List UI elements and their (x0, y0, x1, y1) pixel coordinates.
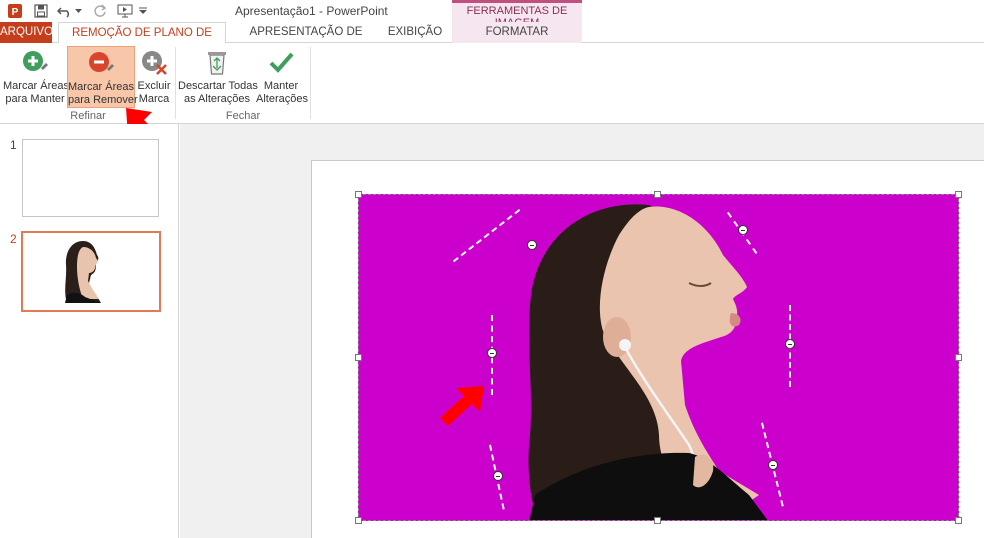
removal-mark-minus-icon[interactable] (493, 471, 503, 481)
resize-handle[interactable] (654, 517, 661, 524)
slide-thumbnail-2[interactable] (21, 231, 161, 312)
tab-file[interactable]: ARQUIVO (0, 22, 53, 43)
mark-remove-icon (87, 49, 115, 77)
powerpoint-logo-icon: P (6, 2, 24, 20)
removal-mark-minus-icon[interactable] (738, 225, 748, 235)
resize-handle[interactable] (654, 191, 661, 198)
mark-keep-icon (21, 48, 49, 76)
removal-mark-minus-icon[interactable] (785, 339, 795, 349)
undo-icon[interactable] (56, 2, 74, 20)
customize-dropdown-icon[interactable] (138, 2, 148, 20)
mark-areas-to-keep-button[interactable]: Marcar Áreas para Manter (3, 46, 69, 108)
svg-text:P: P (12, 7, 19, 18)
annotation-arrow-image (440, 386, 484, 426)
ribbon-tabs: ARQUIVO REMOÇÃO DE PLANO DE FUNDO APRESE… (0, 22, 984, 60)
tab-format[interactable]: FORMATAR (452, 22, 582, 43)
removal-mark-minus-icon[interactable] (768, 460, 778, 470)
group-separator (175, 47, 176, 119)
delete-mark-icon (140, 48, 168, 76)
slide-thumbnails-panel: 1 2 (0, 124, 179, 538)
tab-slide-show[interactable]: APRESENTAÇÃO DE SLIDES (236, 22, 376, 59)
recycle-bin-icon (203, 48, 231, 76)
checkmark-icon (267, 48, 295, 76)
picture-background-removal[interactable] (358, 194, 959, 521)
slide-number: 1 (10, 138, 17, 152)
group-label-close: Fechar (225, 110, 261, 122)
resize-handle[interactable] (955, 191, 962, 198)
delete-mark-button[interactable]: Excluir Marca (136, 46, 172, 108)
document-title: Apresentação1 - PowerPoint (235, 4, 388, 18)
resize-handle[interactable] (355, 191, 362, 198)
resize-handle[interactable] (955, 517, 962, 524)
tab-view[interactable]: EXIBIÇÃO (384, 22, 446, 43)
removal-mark-minus-icon[interactable] (487, 348, 497, 358)
resize-handle[interactable] (355, 517, 362, 524)
tab-background-removal[interactable]: REMOÇÃO DE PLANO DE FUNDO (58, 22, 226, 60)
slide-thumbnail-1[interactable] (22, 139, 159, 217)
woman-profile-thumbnail-image (65, 241, 101, 303)
undo-dropdown-icon[interactable] (74, 2, 82, 20)
keep-changes-button[interactable]: Manter Alterações (256, 46, 308, 108)
save-icon[interactable] (32, 2, 50, 20)
removal-mark-minus-icon[interactable] (527, 240, 537, 250)
mark-areas-to-remove-button[interactable]: Marcar Áreas para Remover (67, 46, 138, 108)
slide-number: 2 (10, 232, 17, 246)
redo-icon[interactable] (92, 2, 108, 20)
woman-profile-photo (528, 204, 768, 520)
start-from-beginning-icon[interactable] (116, 2, 134, 20)
group-separator (310, 47, 311, 119)
discard-all-changes-button[interactable]: Descartar Todas as Alterações (178, 46, 258, 108)
resize-handle[interactable] (355, 354, 362, 361)
resize-handle[interactable] (955, 354, 962, 361)
